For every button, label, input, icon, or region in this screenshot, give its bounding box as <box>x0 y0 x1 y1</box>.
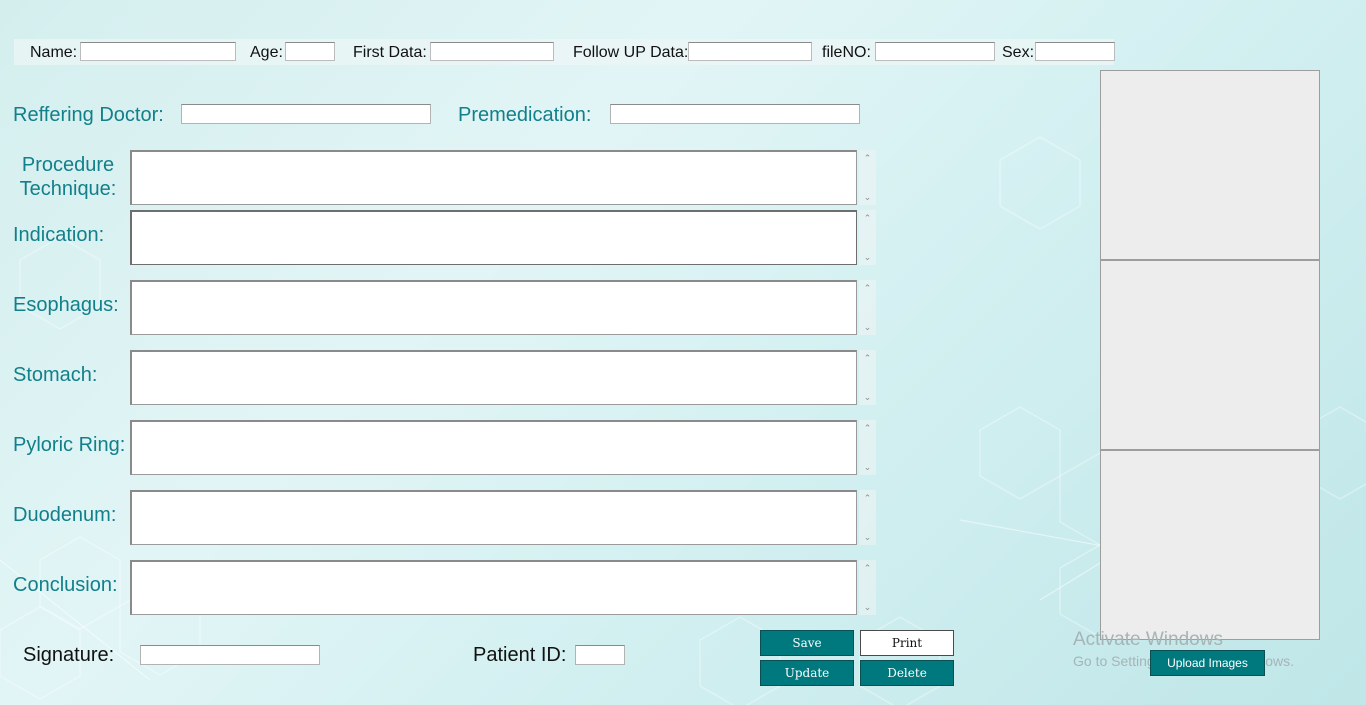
pyloric-ring-scrollbar[interactable]: ⌃ ⌄ <box>859 420 876 475</box>
procedure-technique-label-line1: Procedure <box>21 154 115 176</box>
print-button[interactable]: Print <box>860 630 954 656</box>
scroll-down-icon[interactable]: ⌄ <box>859 602 876 612</box>
duodenum-textarea[interactable] <box>130 490 857 545</box>
conclusion-label: Conclusion: <box>13 574 118 596</box>
scroll-up-icon[interactable]: ⌃ <box>859 423 876 433</box>
procedure-technique-label: Procedure Technique: <box>13 153 123 201</box>
duodenum-scrollbar[interactable]: ⌃ ⌄ <box>859 490 876 545</box>
referring-doctor-label: Reffering Doctor: <box>13 104 164 126</box>
premedication-input[interactable] <box>610 104 860 124</box>
scroll-up-icon[interactable]: ⌃ <box>859 563 876 573</box>
stomach-label: Stomach: <box>13 364 98 386</box>
procedure-technique-scrollbar[interactable]: ⌃ ⌄ <box>859 150 876 205</box>
sex-label: Sex: <box>1002 44 1035 61</box>
upload-images-button[interactable]: Upload Images <box>1150 650 1265 676</box>
scroll-down-icon[interactable]: ⌄ <box>859 462 876 472</box>
save-button[interactable]: Save <box>760 630 854 656</box>
indication-textarea[interactable] <box>130 210 857 265</box>
procedure-technique-textarea[interactable] <box>130 150 857 205</box>
esophagus-textarea[interactable] <box>130 280 857 335</box>
follow-up-data-label: Follow UP Data: <box>573 44 689 61</box>
scroll-down-icon[interactable]: ⌄ <box>859 532 876 542</box>
esophagus-label: Esophagus: <box>13 294 119 316</box>
update-button[interactable]: Update <box>760 660 854 686</box>
image-slot-2 <box>1100 260 1320 450</box>
name-label: Name: <box>30 44 78 61</box>
patient-id-input[interactable] <box>575 645 625 665</box>
conclusion-scrollbar[interactable]: ⌃ ⌄ <box>859 560 876 615</box>
sex-input[interactable] <box>1035 42 1115 61</box>
first-data-input[interactable] <box>430 42 554 61</box>
procedure-technique-label-line2: Technique: <box>19 178 117 200</box>
scroll-up-icon[interactable]: ⌃ <box>859 353 876 363</box>
follow-up-data-input[interactable] <box>688 42 812 61</box>
pyloric-ring-label: Pyloric Ring: <box>13 434 126 456</box>
signature-label: Signature: <box>23 644 115 666</box>
pyloric-ring-textarea[interactable] <box>130 420 857 475</box>
file-no-label: fileNO: <box>822 44 871 61</box>
scroll-down-icon[interactable]: ⌄ <box>859 322 876 332</box>
indication-label: Indication: <box>13 224 105 246</box>
scroll-up-icon[interactable]: ⌃ <box>859 153 876 163</box>
age-input[interactable] <box>285 42 335 61</box>
signature-input[interactable] <box>140 645 320 665</box>
indication-scrollbar[interactable]: ⌃ ⌄ <box>859 210 876 265</box>
stomach-textarea[interactable] <box>130 350 857 405</box>
age-label: Age: <box>250 44 283 61</box>
scroll-down-icon[interactable]: ⌄ <box>859 392 876 402</box>
referring-doctor-input[interactable] <box>181 104 431 124</box>
activate-windows-title: Activate Windows <box>1073 629 1223 650</box>
file-no-input[interactable] <box>875 42 995 61</box>
image-slot-1 <box>1100 70 1320 260</box>
scroll-up-icon[interactable]: ⌃ <box>859 213 876 223</box>
esophagus-scrollbar[interactable]: ⌃ ⌄ <box>859 280 876 335</box>
name-input[interactable] <box>80 42 236 61</box>
delete-button[interactable]: Delete <box>860 660 954 686</box>
scroll-up-icon[interactable]: ⌃ <box>859 493 876 503</box>
first-data-label: First Data: <box>353 44 427 61</box>
image-slot-3 <box>1100 450 1320 640</box>
stomach-scrollbar[interactable]: ⌃ ⌄ <box>859 350 876 405</box>
scroll-down-icon[interactable]: ⌄ <box>859 192 876 202</box>
scroll-up-icon[interactable]: ⌃ <box>859 283 876 293</box>
duodenum-label: Duodenum: <box>13 504 117 526</box>
premedication-label: Premedication: <box>458 104 592 126</box>
scroll-down-icon[interactable]: ⌄ <box>859 252 876 262</box>
conclusion-textarea[interactable] <box>130 560 857 615</box>
patient-id-label: Patient ID: <box>473 644 567 666</box>
